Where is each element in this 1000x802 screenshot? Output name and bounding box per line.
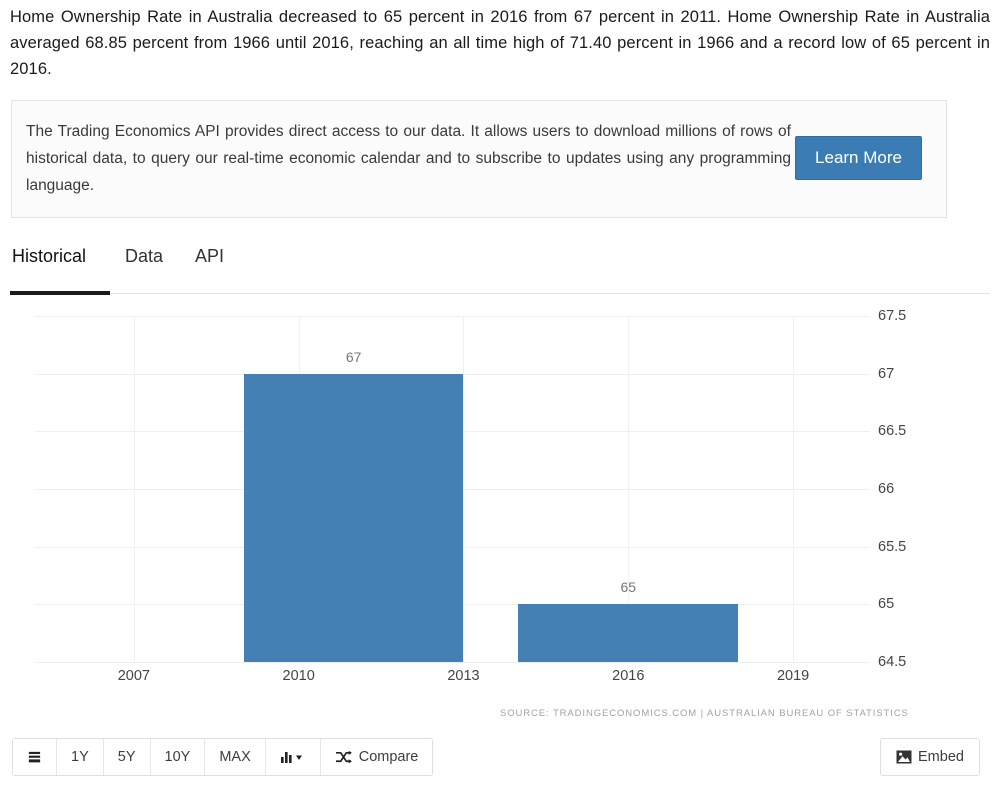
tab-historical[interactable]: Historical bbox=[12, 246, 86, 279]
toolbar-range-1y[interactable]: 1Y bbox=[57, 739, 104, 775]
image-icon bbox=[896, 750, 912, 764]
gridline-vertical bbox=[793, 316, 795, 662]
y-axis-tick-label: 66 bbox=[878, 481, 895, 497]
toolbar-range-max[interactable]: MAX bbox=[205, 739, 266, 775]
chart-bar[interactable] bbox=[243, 373, 464, 662]
tab-data[interactable]: Data bbox=[125, 246, 163, 279]
toolbar-compare-label: Compare bbox=[358, 749, 419, 765]
list-icon bbox=[27, 750, 42, 765]
shuffle-icon bbox=[335, 750, 352, 765]
y-axis-tick-label: 65 bbox=[878, 596, 895, 613]
y-axis-tick-label: 67 bbox=[878, 365, 895, 382]
gridline-vertical bbox=[463, 316, 465, 662]
x-axis-tick-label: 2010 bbox=[282, 668, 315, 684]
toolbar-range-5y[interactable]: 5Y bbox=[103, 739, 151, 775]
chart-bar[interactable] bbox=[518, 604, 739, 662]
embed-button[interactable]: Embed bbox=[880, 738, 980, 776]
toolbar-chart-type-dropdown[interactable] bbox=[265, 739, 321, 775]
bar-value-label: 65 bbox=[620, 579, 637, 596]
y-axis-tick-label: 67.5 bbox=[878, 308, 907, 324]
intro-paragraph: Home Ownership Rate in Australia decreas… bbox=[10, 8, 990, 78]
y-axis-tick-label: 64.5 bbox=[878, 654, 907, 670]
learn-more-button[interactable]: Learn More bbox=[795, 136, 922, 180]
gridline-horizontal bbox=[35, 662, 870, 663]
bar-chart-dropdown-icon bbox=[280, 750, 306, 765]
y-axis-tick-label: 66.5 bbox=[878, 423, 907, 440]
tab-bar-divider bbox=[110, 293, 990, 294]
y-axis-tick-label: 65.5 bbox=[878, 538, 907, 555]
bar-value-label: 67 bbox=[345, 348, 362, 365]
chart-toolbar: 1Y 5Y 10Y MAX Compare bbox=[12, 738, 434, 776]
chart-source-attribution: SOURCE: TRADINGECONOMICS.COM | AUSTRALIA… bbox=[500, 708, 909, 719]
embed-label: Embed bbox=[918, 749, 964, 765]
toolbar-list-button[interactable] bbox=[13, 739, 57, 775]
api-promo-text: The Trading Economics API provides direc… bbox=[26, 123, 791, 194]
gridline-vertical bbox=[133, 316, 135, 662]
x-axis-tick-label: 2007 bbox=[117, 668, 151, 684]
x-axis-tick-label: 2016 bbox=[612, 668, 645, 684]
x-axis-tick-label: 2013 bbox=[447, 668, 480, 684]
active-tab-indicator bbox=[10, 291, 110, 295]
x-axis-tick-label: 2019 bbox=[776, 668, 810, 684]
toolbar-compare-button[interactable]: Compare bbox=[320, 739, 433, 775]
tab-api[interactable]: API bbox=[195, 246, 224, 279]
tab-bar: Historical Data API bbox=[0, 246, 990, 290]
api-promo-box: The Trading Economics API provides direc… bbox=[11, 100, 947, 218]
gridline-horizontal bbox=[35, 316, 870, 317]
chart-panel: 67 65 67.5 67 66.5 66 65.5 65 64.5 2007 2010 2013… bbox=[0, 300, 1000, 730]
toolbar-range-10y[interactable]: 10Y bbox=[150, 739, 206, 775]
chart-plot-area: 67 65 bbox=[35, 316, 870, 663]
